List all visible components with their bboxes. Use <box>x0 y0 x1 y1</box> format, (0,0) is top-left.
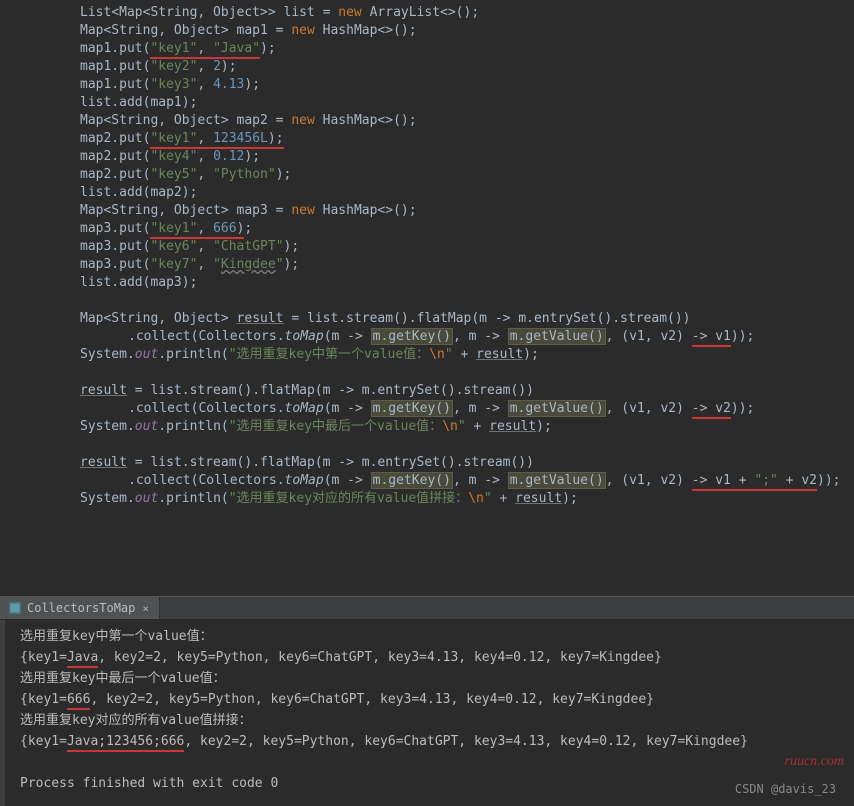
code-line: map2.put("key1", 123456L); <box>32 130 854 148</box>
code-line: List<Map<String, Object>> list = new Arr… <box>32 4 854 22</box>
code-line: map1.put("key1", "Java"); <box>32 40 854 58</box>
code-editor[interactable]: List<Map<String, Object>> list = new Arr… <box>0 0 854 596</box>
code-line: result = list.stream().flatMap(m -> m.en… <box>32 454 854 472</box>
console-line: 选用重复key中最后一个value值： <box>20 668 854 689</box>
code-line: System.out.println("选用重复key中第一个value值：\n… <box>32 346 854 364</box>
console-line: 选用重复key中第一个value值： <box>20 626 854 647</box>
close-icon[interactable]: × <box>140 602 151 615</box>
code-line: .collect(Collectors.toMap(m -> m.getKey(… <box>32 400 854 418</box>
code-line: Map<String, Object> map1 = new HashMap<>… <box>32 22 854 40</box>
code-line: result = list.stream().flatMap(m -> m.en… <box>32 382 854 400</box>
code-line: list.add(map2); <box>32 184 854 202</box>
code-line: System.out.println("选用重复key中最后一个value值：\… <box>32 418 854 436</box>
console-tabbar: CollectorsToMap × <box>0 596 854 620</box>
csdn-attribution: CSDN @davis_23 <box>735 779 836 800</box>
console-line: {key1=Java;123456;666, key2=2, key5=Pyth… <box>20 731 854 752</box>
code-line: map3.put("key1", 666); <box>32 220 854 238</box>
code-line: list.add(map3); <box>32 274 854 292</box>
console-output[interactable]: 选用重复key中第一个value值： {key1=Java, key2=2, k… <box>0 620 854 806</box>
code-line: map1.put("key3", 4.13); <box>32 76 854 94</box>
code-line: .collect(Collectors.toMap(m -> m.getKey(… <box>32 328 854 346</box>
blank-line <box>20 752 854 773</box>
blank-line <box>32 364 854 382</box>
console-line: {key1=Java, key2=2, key5=Python, key6=Ch… <box>20 647 854 668</box>
console-line: 选用重复key对应的所有value值拼接： <box>20 710 854 731</box>
console-tab[interactable]: CollectorsToMap × <box>0 597 160 619</box>
code-line: .collect(Collectors.toMap(m -> m.getKey(… <box>32 472 854 490</box>
blank-line <box>32 436 854 454</box>
code-line: map2.put("key5", "Python"); <box>32 166 854 184</box>
code-line: map3.put("key6", "ChatGPT"); <box>32 238 854 256</box>
code-line: Map<String, Object> map3 = new HashMap<>… <box>32 202 854 220</box>
code-line: map1.put("key2", 2); <box>32 58 854 76</box>
console-line: Process finished with exit code 0 <box>20 773 854 794</box>
tab-label: CollectorsToMap <box>27 601 135 615</box>
code-line: System.out.println("选用重复key对应的所有value值拼接… <box>32 490 854 508</box>
run-icon <box>8 601 22 615</box>
watermark: ruucn.com <box>785 751 845 772</box>
code-line: map3.put("key7", "Kingdee"); <box>32 256 854 274</box>
code-line: Map<String, Object> map2 = new HashMap<>… <box>32 112 854 130</box>
console-gutter <box>0 620 5 806</box>
blank-line <box>32 292 854 310</box>
code-line: Map<String, Object> result = list.stream… <box>32 310 854 328</box>
console-line: {key1=666, key2=2, key5=Python, key6=Cha… <box>20 689 854 710</box>
code-line: list.add(map1); <box>32 94 854 112</box>
code-line: map2.put("key4", 0.12); <box>32 148 854 166</box>
